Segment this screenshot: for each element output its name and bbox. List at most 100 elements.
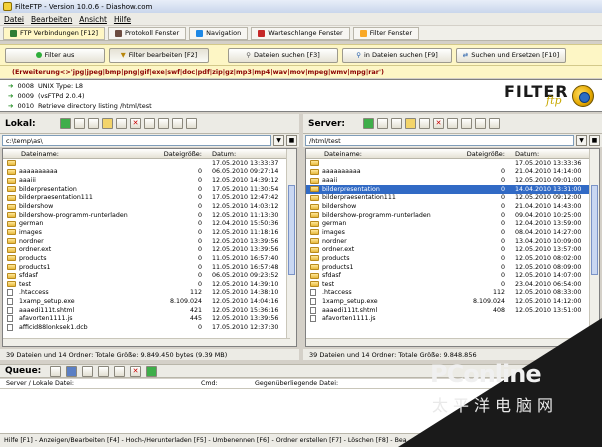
queue-settings-icon[interactable]	[50, 365, 61, 377]
stop-icon[interactable]	[114, 365, 125, 377]
file-row[interactable]: nordner 0 13.04.2010 10:09:00	[306, 237, 599, 246]
new-folder-icon[interactable]	[102, 118, 113, 129]
find-icon[interactable]	[74, 118, 85, 129]
column-name[interactable]: Dateiname:	[3, 150, 153, 158]
file-row[interactable]: ordner.ext 0 12.05.2010 13:39:56	[3, 245, 296, 254]
file-row[interactable]: .htaccess 112 12.05.2010 08:33:00	[306, 289, 599, 298]
file-row[interactable]: afavorten1111.js 445 12.05.2010 13:39:56	[3, 315, 296, 324]
delete-icon[interactable]: ✕	[130, 118, 141, 129]
view-icon[interactable]	[489, 118, 500, 129]
column-name[interactable]: Dateiname:	[306, 150, 456, 158]
browse-folder-icon[interactable]: ■	[589, 135, 600, 146]
delete-icon[interactable]: ✕	[433, 118, 444, 129]
edit-icon[interactable]	[88, 118, 99, 129]
file-row[interactable]: german 0 12.04.2010 15:50:36	[3, 219, 296, 228]
scroll-thumb[interactable]	[591, 185, 598, 275]
play-icon[interactable]	[82, 365, 93, 377]
rename-icon[interactable]	[116, 118, 127, 129]
file-row[interactable]: products1 0 12.05.2010 08:09:00	[306, 263, 599, 272]
find-icon[interactable]	[377, 118, 388, 129]
search-replace-button[interactable]: ⇄ Suchen und Ersetzen [F10]	[456, 47, 566, 63]
menu-ansicht[interactable]: Ansicht	[79, 15, 107, 24]
file-row[interactable]: 17.05.2010 13:33:37	[3, 159, 296, 168]
file-row[interactable]: images 0 12.05.2010 11:18:16	[3, 228, 296, 237]
properties-icon[interactable]	[447, 118, 458, 129]
rename-icon[interactable]	[419, 118, 430, 129]
local-file-list[interactable]: Dateiname: Dateigröße: Datum: 17.05.2010…	[2, 148, 297, 347]
file-row[interactable]: sfdasf 0 06.05.2010 09:23:52	[3, 271, 296, 280]
queue-column-target[interactable]: Gegenüberliegende Datei:	[255, 380, 338, 387]
file-row[interactable]: aaaedi111t.shtml 421 12.05.2010 15:36:16	[3, 306, 296, 315]
server-path-input[interactable]: /html/test	[305, 135, 574, 146]
queue-column-cmd[interactable]: Cmd:	[201, 380, 255, 387]
server-vertical-scrollbar[interactable]	[589, 149, 599, 346]
scroll-thumb[interactable]	[288, 185, 295, 275]
file-row[interactable]: images 0 08.04.2010 14:27:00	[306, 228, 599, 237]
file-row[interactable]: afavorten1111.js	[306, 315, 599, 324]
file-row[interactable]: 1xamp_setup.exe 8.109.024 12.05.2010 14:12…	[306, 297, 599, 306]
search-files-button[interactable]: ⚲ Dateien suchen [F3]	[228, 47, 338, 63]
file-row[interactable]: aaaedi111t.shtml 408 12.05.2010 13:51:00	[306, 306, 599, 315]
up-folder-icon[interactable]	[475, 118, 486, 129]
local-vertical-scrollbar[interactable]	[286, 149, 296, 346]
file-row[interactable]: nordner 0 12.05.2010 13:39:56	[3, 237, 296, 246]
server-file-list[interactable]: Dateiname: Dateigröße: Datum: 17.05.2010…	[305, 148, 600, 347]
file-row[interactable]: test 0 23.04.2010 06:54:00	[306, 280, 599, 289]
refresh-icon[interactable]	[158, 118, 169, 129]
file-row[interactable]: products1 0 11.05.2010 16:57:48	[3, 263, 296, 272]
remove-icon[interactable]: ✕	[130, 365, 141, 377]
pause-icon[interactable]	[98, 365, 109, 377]
refresh-icon[interactable]	[461, 118, 472, 129]
file-row[interactable]: 1xamp_setup.exe 8.109.024 12.05.2010 14:04…	[3, 297, 296, 306]
filter-off-button[interactable]: Filter aus	[5, 47, 105, 63]
column-size[interactable]: Dateigröße:	[153, 150, 210, 158]
file-row[interactable]: 17.05.2010 13:33:36	[306, 159, 599, 168]
local-horizontal-scrollbar[interactable]	[3, 338, 290, 346]
local-path-input[interactable]: c:\temp\as\	[2, 135, 271, 146]
file-row[interactable]: products 0 12.05.2010 08:02:00	[306, 254, 599, 263]
edit-icon[interactable]	[391, 118, 402, 129]
file-row[interactable]: aaaaaaaaaa 0 06.05.2010 09:27:14	[3, 168, 296, 177]
path-history-icon[interactable]: ▼	[273, 135, 284, 146]
tab-queue-window[interactable]: Warteschlange Fenster	[251, 26, 350, 40]
column-size[interactable]: Dateigröße:	[456, 150, 513, 158]
properties-icon[interactable]	[144, 118, 155, 129]
menu-hilfe[interactable]: Hilfe	[114, 15, 131, 24]
file-row[interactable]: bilderpresentation 0 17.05.2010 11:30:54	[3, 185, 296, 194]
column-date[interactable]: Datum:	[210, 150, 285, 158]
file-row[interactable]: .htaccess 112 12.05.2010 14:38:10	[3, 289, 296, 298]
menu-datei[interactable]: Datei	[4, 15, 24, 24]
up-folder-icon[interactable]	[172, 118, 183, 129]
edit-filter-button[interactable]: ▼ Filter bearbeiten [F2]	[109, 47, 209, 63]
file-row[interactable]: ordner.ext 0 12.05.2010 13:57:00	[306, 245, 599, 254]
file-row[interactable]: german 0 12.04.2010 13:59:00	[306, 219, 599, 228]
file-row[interactable]: bilderpraesentation111 0 17.05.2010 12:47:…	[3, 194, 296, 203]
file-row[interactable]: aaaii 0 12.05.2010 09:01:00	[306, 176, 599, 185]
file-row[interactable]: afficid88lonksek1.dcb 0 17.05.2010 12:37:3…	[3, 323, 296, 332]
browse-folder-icon[interactable]: ■	[286, 135, 297, 146]
start-icon[interactable]	[146, 365, 157, 377]
file-row[interactable]: bildershow 0 21.04.2010 14:43:00	[306, 202, 599, 211]
tab-navigation[interactable]: Navigation	[189, 26, 249, 40]
file-row[interactable]: sfdasf 0 12.05.2010 14:07:00	[306, 271, 599, 280]
new-folder-icon[interactable]	[405, 118, 416, 129]
file-row[interactable]: bildershow-programm-runterladen 0 12.05.20…	[3, 211, 296, 220]
file-row[interactable]: aaaiii 0 12.05.2010 14:39:12	[3, 176, 296, 185]
tab-ftp-connections[interactable]: FTP Verbindungen [F12]	[3, 26, 106, 40]
file-row[interactable]: bildershow 0 12.05.2010 14:03:12	[3, 202, 296, 211]
column-date[interactable]: Datum:	[513, 150, 588, 158]
menu-bearbeiten[interactable]: Bearbeiten	[31, 15, 72, 24]
file-row[interactable]: bilderpraesentation111 0 12.05.2010 09:12:…	[306, 194, 599, 203]
search-in-files-button[interactable]: ⚲ in Dateien suchen [F9]	[342, 47, 452, 63]
file-row[interactable]: aaaaaaaaaa 0 21.04.2010 14:14:00	[306, 168, 599, 177]
tab-protocol-window[interactable]: Protokoll Fenster	[108, 26, 187, 40]
server-horizontal-scrollbar[interactable]	[306, 338, 593, 346]
file-row[interactable]: bildershow-programm-runterladen 0 09.04.20…	[306, 211, 599, 220]
save-icon[interactable]	[66, 365, 77, 377]
download-icon[interactable]	[363, 118, 374, 129]
tab-filter-window[interactable]: Filter Fenster	[352, 26, 420, 40]
file-row[interactable]: bilderpresentation 0 14.04.2010 13:31:00	[306, 184, 599, 194]
file-row[interactable]: products 0 11.05.2010 16:57:40	[3, 254, 296, 263]
view-icon[interactable]	[186, 118, 197, 129]
upload-icon[interactable]	[60, 118, 71, 129]
